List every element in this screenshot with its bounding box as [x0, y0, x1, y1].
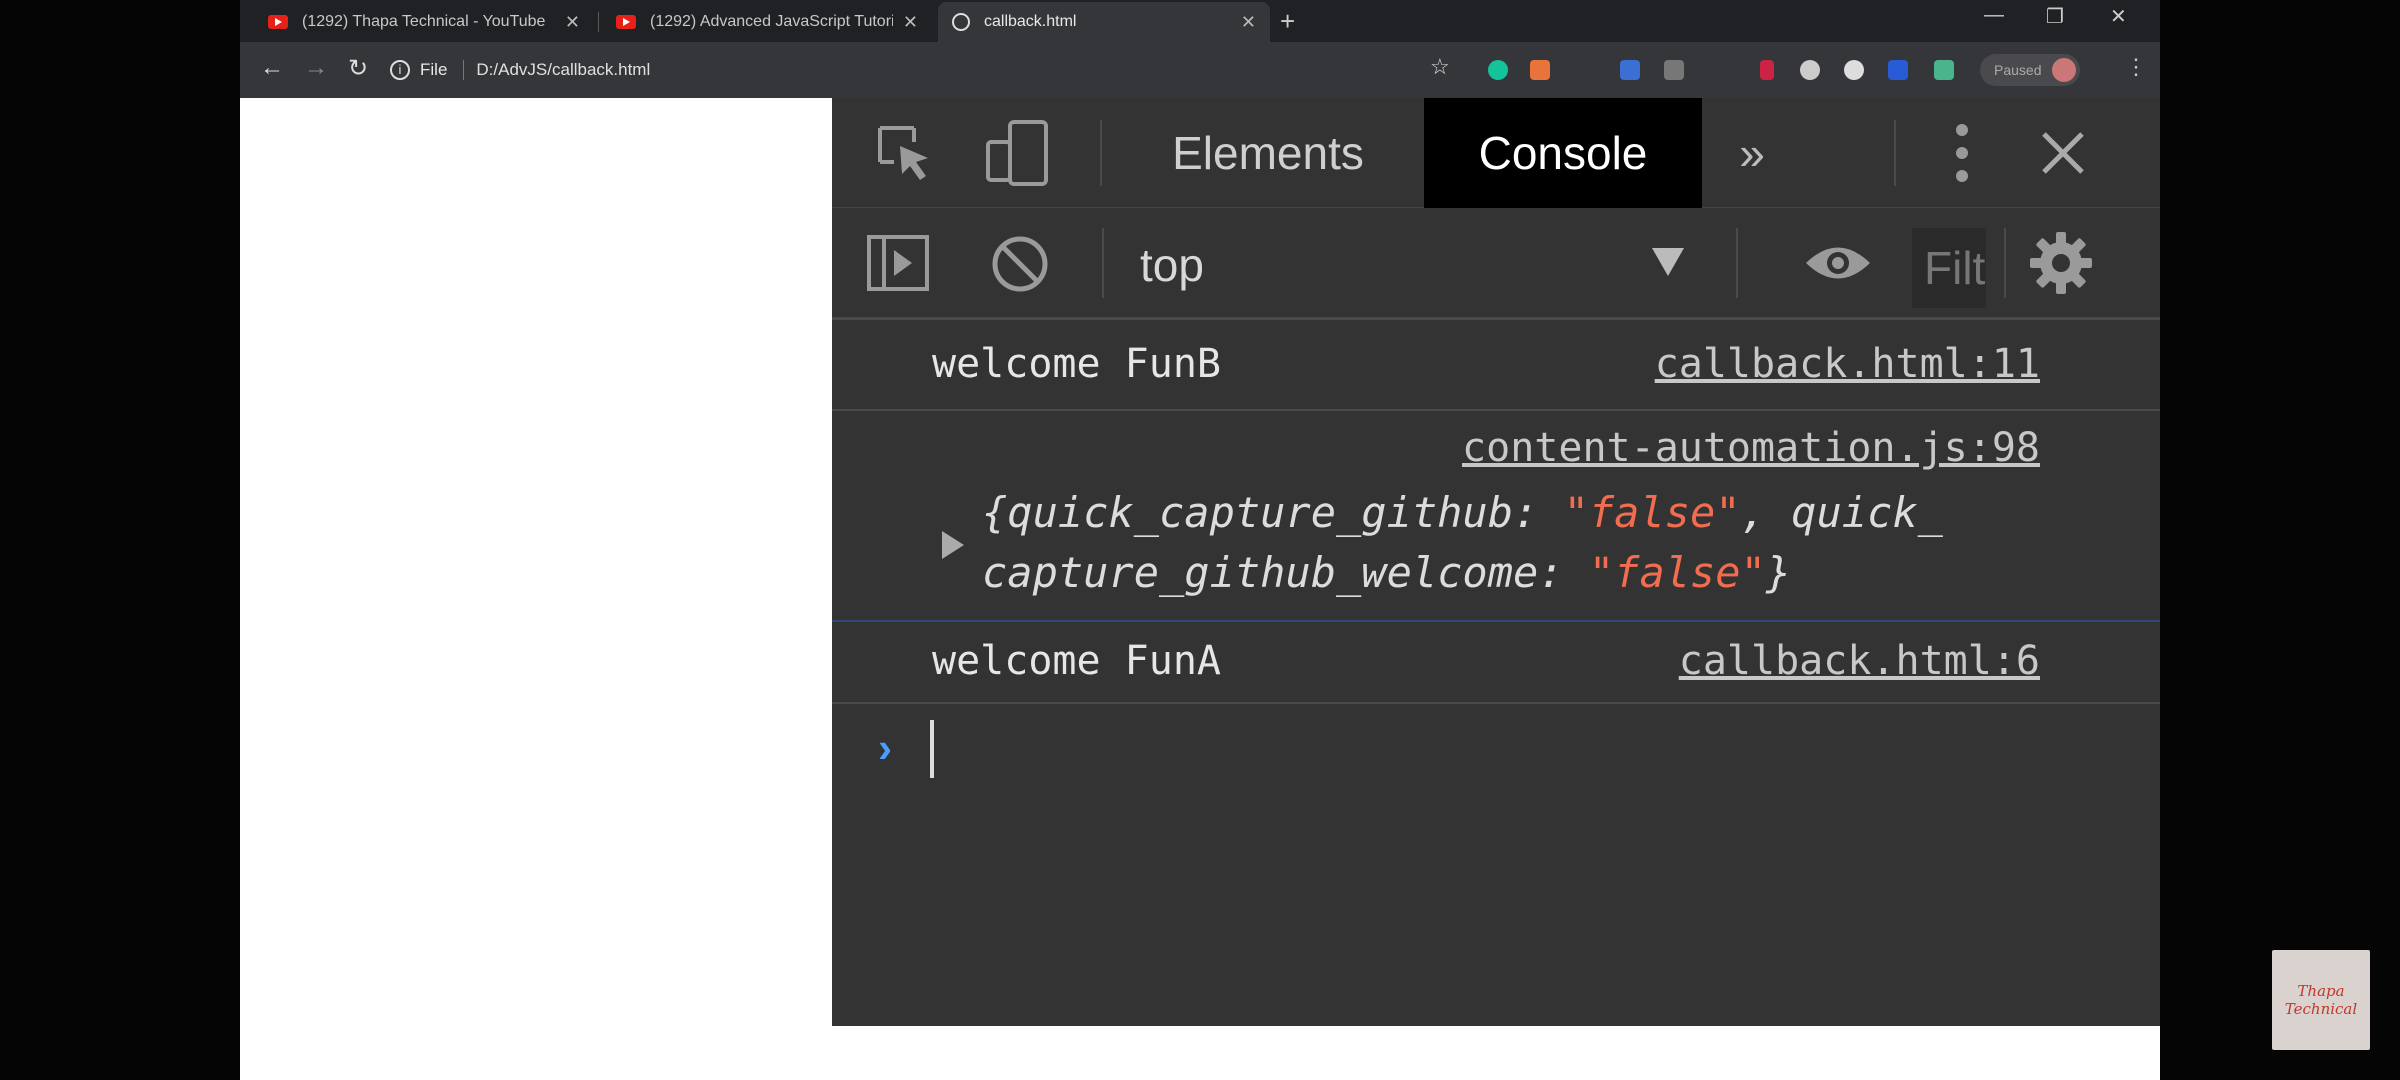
- log-message: welcome FunA: [932, 638, 1221, 684]
- extension-icon[interactable]: [1760, 60, 1774, 80]
- more-tabs-icon[interactable]: »: [1712, 98, 1792, 208]
- live-expression-eye-icon[interactable]: [1802, 238, 1874, 288]
- inspect-element-icon[interactable]: [874, 122, 936, 184]
- extension-icon[interactable]: [1844, 60, 1864, 80]
- toolbar-divider: [2004, 228, 2006, 298]
- extension-icon[interactable]: [1934, 60, 1954, 80]
- browser-menu-icon[interactable]: ⋮: [2125, 54, 2147, 80]
- info-icon[interactable]: i: [390, 60, 410, 80]
- channel-watermark-logo: Thapa Technical: [2272, 950, 2370, 1050]
- context-selector[interactable]: top: [1140, 238, 1204, 292]
- close-window-icon[interactable]: ✕: [2110, 4, 2127, 29]
- sidebar-toggle-icon[interactable]: [866, 234, 930, 292]
- profile-button[interactable]: Paused: [1980, 54, 2080, 86]
- new-tab-icon[interactable]: +: [1280, 6, 1295, 37]
- object-line-1: {quick_capture_github: "false", quick_: [982, 488, 1943, 537]
- youtube-icon: [616, 15, 636, 29]
- youtube-icon: [268, 15, 288, 29]
- close-tab-icon[interactable]: ✕: [1241, 12, 1256, 33]
- log-source-link[interactable]: content-automation.js:98: [1462, 425, 2040, 471]
- toolbar-divider: [1102, 228, 1104, 298]
- log-source-link[interactable]: callback.html:11: [1655, 341, 2040, 387]
- extension-icon[interactable]: [1800, 60, 1820, 80]
- tab-bar: (1292) Thapa Technical - YouTube ✕ (1292…: [240, 0, 2160, 42]
- console-input[interactable]: [930, 720, 934, 778]
- bookmark-star-icon[interactable]: ☆: [1430, 54, 1450, 80]
- tab-callback[interactable]: callback.html ✕: [938, 2, 1270, 42]
- close-devtools-icon[interactable]: [2038, 128, 2088, 178]
- tab-title: (1292) Advanced JavaScript Tutorial: [650, 13, 893, 30]
- toolbar-divider: [1736, 228, 1738, 298]
- clear-console-icon[interactable]: [990, 234, 1050, 294]
- tab-advanced-js[interactable]: (1292) Advanced JavaScript Tutorial ✕: [602, 2, 932, 42]
- forward-arrow-icon[interactable]: →: [304, 54, 328, 82]
- url-text: D:/AdvJS/callback.html: [476, 60, 651, 79]
- log-message: welcome FunB: [932, 341, 1221, 387]
- devtools-tab-bar: Elements Console »: [832, 98, 2160, 208]
- page-bottom-area: [832, 1026, 2160, 1080]
- maximize-icon[interactable]: ❐: [2046, 4, 2064, 29]
- close-tab-icon[interactable]: ✕: [903, 12, 918, 33]
- tab-elements[interactable]: Elements: [1122, 98, 1414, 208]
- expand-triangle-icon[interactable]: [942, 531, 964, 559]
- toolbar-divider: [1894, 120, 1896, 186]
- video-frame: (1292) Thapa Technical - YouTube ✕ (1292…: [0, 0, 2400, 1080]
- browser-window: (1292) Thapa Technical - YouTube ✕ (1292…: [240, 0, 2160, 1080]
- close-tab-icon[interactable]: ✕: [565, 12, 580, 33]
- device-toolbar-icon[interactable]: [984, 118, 1054, 188]
- extension-icon[interactable]: [1530, 60, 1550, 80]
- tab-title: (1292) Thapa Technical - YouTube: [302, 13, 546, 30]
- extension-icon[interactable]: [1664, 60, 1684, 80]
- devtools-panel: Elements Console » top Filt welcome FunB…: [832, 98, 2160, 1026]
- console-toolbar: top Filter: [832, 208, 2160, 320]
- toolbar-divider: [1100, 120, 1102, 186]
- filter-placeholder: Filter: [1924, 242, 1986, 294]
- address-divider: [463, 60, 465, 80]
- reload-icon[interactable]: ↻: [348, 54, 368, 83]
- minimize-icon[interactable]: —: [1984, 4, 2004, 27]
- tab-divider: [598, 12, 599, 32]
- tab-title: callback.html: [984, 13, 1077, 30]
- chevron-down-icon[interactable]: [1652, 248, 1684, 276]
- object-line-2: capture_github_welcome: "false"}: [982, 548, 1792, 597]
- filter-input[interactable]: Filter: [1912, 228, 1986, 308]
- console-log-row: content-automation.js:98 {quick_capture_…: [832, 411, 2160, 622]
- back-arrow-icon[interactable]: ←: [260, 54, 284, 82]
- extension-icon[interactable]: [1620, 60, 1640, 80]
- log-source-link[interactable]: callback.html:6: [1679, 638, 2040, 684]
- scheme-label: File: [420, 60, 448, 79]
- console-log-row: welcome FunA callback.html:6: [832, 622, 2160, 704]
- console-log-row: welcome FunB callback.html:11: [832, 323, 2160, 411]
- profile-status: Paused: [1994, 62, 2042, 78]
- tab-thapa-technical[interactable]: (1292) Thapa Technical - YouTube ✕: [254, 2, 594, 42]
- extension-icon[interactable]: [1888, 60, 1908, 80]
- console-prompt-icon: ›: [878, 724, 892, 771]
- page-content: [240, 98, 832, 1080]
- more-options-icon[interactable]: [1952, 120, 1972, 186]
- avatar: [2052, 58, 2076, 82]
- browser-toolbar: ← → ↻ i File D:/AdvJS/callback.html ☆ Pa…: [240, 42, 2160, 98]
- gear-icon[interactable]: [2028, 230, 2094, 296]
- globe-icon: [952, 13, 970, 31]
- tab-console[interactable]: Console: [1424, 98, 1702, 208]
- object-preview[interactable]: {quick_capture_github: "false", quick_ c…: [982, 483, 1943, 603]
- grammarly-extension-icon[interactable]: [1488, 60, 1508, 80]
